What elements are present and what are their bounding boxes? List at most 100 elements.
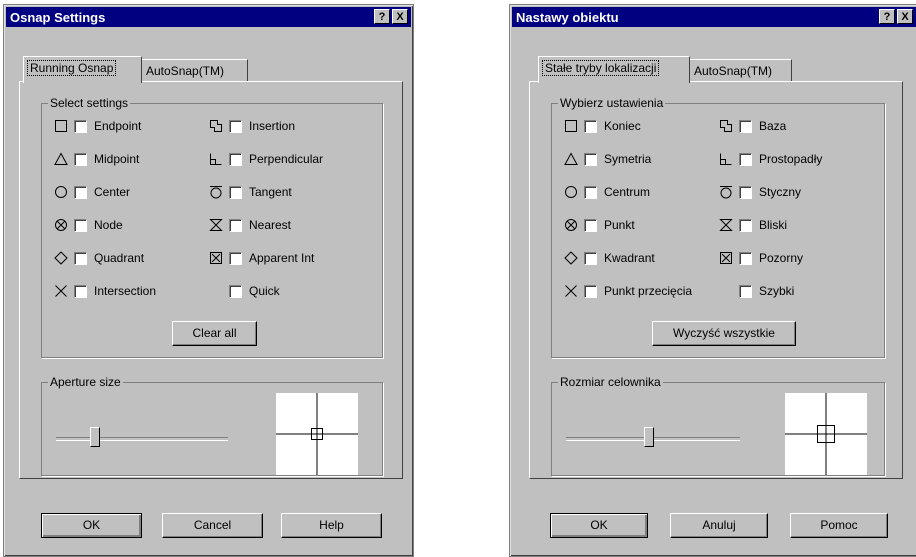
osnap-option-label: Intersection [94,284,157,298]
tab-autosnap[interactable]: AutoSnap(TM) [142,59,248,82]
osnap-option-label: Prostopadły [759,152,823,166]
osnap-checkbox[interactable] [74,285,87,298]
osnap-option-label: Quick [249,284,280,298]
osnap-option-label: Endpoint [94,119,142,133]
osnap-checkbox[interactable] [229,153,242,166]
osnap-option-label: Nearest [249,218,292,232]
osnap-checkbox[interactable] [229,219,242,232]
aperture-size-group: Aperture size [41,375,383,476]
clear-all-button[interactable]: Wyczyść wszystkie [652,321,796,346]
osnap-checkbox[interactable] [74,186,87,199]
osnap-checkbox[interactable] [739,285,752,298]
aperture-slider-thumb[interactable] [644,427,654,447]
title-bar: Nastawy obiektu ? X [512,7,916,27]
osnap-checkbox[interactable] [74,153,87,166]
aperture-slider-track[interactable] [56,437,228,441]
help-title-button[interactable]: ? [879,9,895,24]
tab-stale-tryby[interactable]: Stałe tryby lokalizacji [538,56,690,83]
close-button[interactable]: X [897,9,913,24]
aperture-crosshair-icon [785,393,867,475]
anuluj-button[interactable]: Anuluj [670,513,768,538]
title-bar: Osnap Settings ? X [6,7,411,27]
help-title-button[interactable]: ? [374,9,390,24]
ok-button[interactable]: OK [550,513,648,538]
help-button[interactable]: Help [281,513,382,538]
osnap-checkbox[interactable] [584,186,597,199]
insertion-icon [719,119,733,133]
osnap-checkbox[interactable] [739,252,752,265]
osnap-checkbox[interactable] [739,153,752,166]
osnap-checkbox[interactable] [739,120,752,133]
group-title: Aperture size [48,375,123,389]
osnap-checkbox[interactable] [584,153,597,166]
aperture-size-group: Rozmiar celownika [551,375,885,476]
osnap-option-label: Baza [759,119,787,133]
osnap-checkbox[interactable] [229,120,242,133]
osnap-option-label: Kwadrant [604,251,655,265]
dialog-title: Osnap Settings [10,10,106,25]
perpendicular-icon [209,152,223,166]
osnap-checkbox[interactable] [229,285,242,298]
osnap-option-label: Styczny [759,185,802,199]
osnap-checkbox[interactable] [229,252,242,265]
select-settings-group: Wybierz ustawienia Koniec Symetria Centrum… [551,96,885,358]
osnap-checkbox[interactable] [739,219,752,232]
nastawy-obiektu-dialog: Nastawy obiektu ? X Stałe tryby lokaliza… [509,4,916,557]
osnap-checkbox[interactable] [229,186,242,199]
osnap-checkbox[interactable] [74,252,87,265]
osnap-checkbox[interactable] [74,219,87,232]
endpoint-square-icon [564,119,578,133]
osnap-checkbox[interactable] [739,186,752,199]
select-settings-group: Select settings Endpoint Midpoint Center No… [41,96,383,358]
dialog-title: Nastawy obiektu [516,10,619,25]
group-title: Select settings [48,96,131,110]
osnap-option-label: Midpoint [94,152,140,166]
node-icon [54,218,68,232]
nearest-icon [719,218,733,232]
tangent-icon [719,185,733,199]
osnap-option-label: Symetria [604,152,652,166]
tab-panel: Wybierz ustawienia Koniec Symetria Centrum… [529,81,903,479]
osnap-option-label: Koniec [604,119,641,133]
tab-panel: Select settings Endpoint Midpoint Center No… [19,81,403,479]
osnap-option-label: Insertion [249,119,296,133]
tab-running-osnap[interactable]: Running Osnap [23,56,142,83]
osnap-option-label: Center [94,185,131,199]
osnap-checkbox[interactable] [74,120,87,133]
cancel-button[interactable]: Cancel [162,513,263,538]
tangent-icon [209,185,223,199]
osnap-option-label: Centrum [604,185,651,199]
quadrant-diamond-icon [54,251,68,265]
center-circle-icon [54,185,68,199]
close-button[interactable]: X [392,9,408,24]
aperture-slider-thumb[interactable] [90,427,100,447]
pomoc-button[interactable]: Pomoc [790,513,888,538]
osnap-option-label: Punkt przecięcia [604,284,693,298]
osnap-option-label: Perpendicular [249,152,324,166]
osnap-checkbox[interactable] [584,120,597,133]
tab-autosnap[interactable]: AutoSnap(TM) [690,59,792,82]
osnap-option-label: Pozorny [759,251,804,265]
aperture-crosshair-icon [276,393,358,475]
center-circle-icon [564,185,578,199]
midpoint-triangle-icon [564,152,578,166]
perpendicular-icon [719,152,733,166]
group-title: Rozmiar celownika [558,375,663,389]
ok-button[interactable]: OK [41,513,142,538]
group-title: Wybierz ustawienia [558,96,666,110]
osnap-option-label: Apparent Int [249,251,315,265]
aperture-preview [276,393,358,475]
node-icon [564,218,578,232]
quadrant-diamond-icon [564,251,578,265]
apparent-int-icon [209,251,223,265]
osnap-option-label: Tangent [249,185,292,199]
osnap-option-label: Bliski [759,218,788,232]
osnap-checkbox[interactable] [584,219,597,232]
intersection-x-icon [54,284,68,298]
osnap-checkbox[interactable] [584,252,597,265]
aperture-preview [785,393,867,475]
osnap-option-label: Node [94,218,123,232]
osnap-option-label: Szybki [759,284,795,298]
clear-all-button[interactable]: Clear all [172,321,257,346]
osnap-checkbox[interactable] [584,285,597,298]
